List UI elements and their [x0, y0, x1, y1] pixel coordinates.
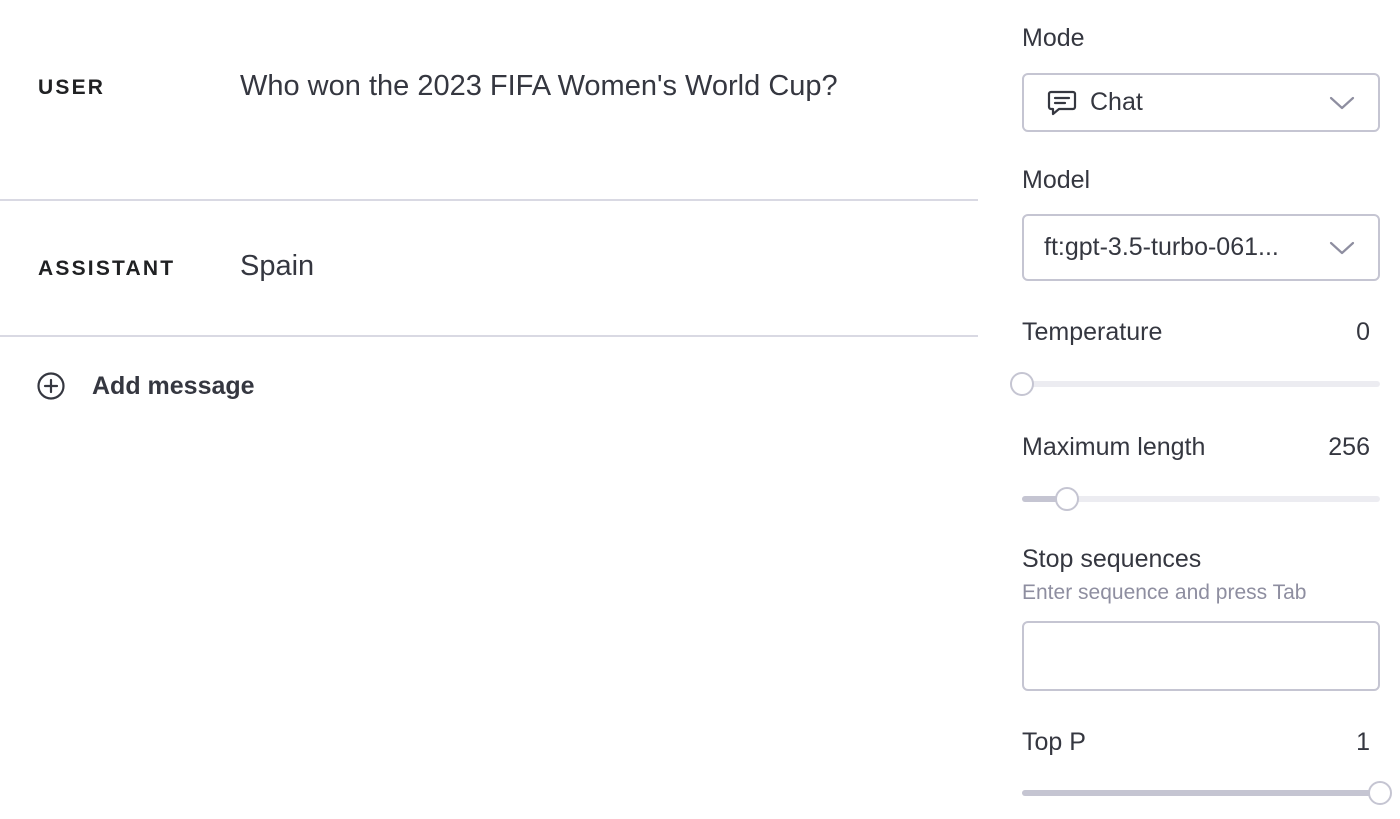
slider-thumb[interactable] — [1010, 372, 1034, 396]
maximum-length-value[interactable]: 256 — [1328, 433, 1370, 462]
plus-circle-icon — [37, 372, 65, 400]
stop-sequences-hint: Enter sequence and press Tab — [1022, 581, 1307, 604]
slider-track — [1022, 381, 1380, 387]
message-row-assistant[interactable]: ASSISTANT Spain — [0, 201, 978, 337]
message-text-assistant[interactable]: Spain — [240, 244, 840, 289]
role-label-assistant[interactable]: ASSISTANT — [38, 257, 175, 281]
temperature-value[interactable]: 0 — [1356, 318, 1370, 347]
temperature-label: Temperature — [1022, 318, 1163, 346]
chevron-down-icon — [1328, 239, 1356, 257]
message-row-user[interactable]: USER Who won the 2023 FIFA Women's World… — [0, 0, 978, 201]
maximum-length-slider[interactable] — [1022, 485, 1380, 513]
role-label-user[interactable]: USER — [38, 76, 105, 100]
chat-bubble-icon — [1046, 88, 1078, 118]
stop-sequences-input[interactable] — [1022, 621, 1380, 691]
mode-label: Mode — [1022, 24, 1085, 52]
top-p-slider[interactable] — [1022, 779, 1392, 807]
add-message-button[interactable]: Add message — [37, 368, 255, 404]
playground-page: USER Who won the 2023 FIFA Women's World… — [0, 0, 1400, 819]
top-p-label: Top P — [1022, 728, 1086, 756]
chevron-down-icon — [1328, 94, 1356, 112]
mode-select-value: Chat — [1090, 88, 1143, 116]
mode-select[interactable]: Chat — [1022, 73, 1380, 132]
message-text-user[interactable]: Who won the 2023 FIFA Women's World Cup? — [240, 64, 840, 109]
settings-panel: Mode Chat Model ft:gpt-3.5-turbo-061... — [1010, 0, 1392, 819]
temperature-slider[interactable] — [1010, 370, 1380, 398]
model-select-value: ft:gpt-3.5-turbo-061... — [1044, 233, 1279, 261]
stop-sequences-label: Stop sequences — [1022, 545, 1202, 573]
model-label: Model — [1022, 166, 1091, 194]
add-message-label: Add message — [92, 371, 255, 400]
slider-fill — [1022, 790, 1380, 796]
slider-thumb[interactable] — [1054, 487, 1079, 511]
top-p-value[interactable]: 1 — [1356, 728, 1370, 757]
model-select[interactable]: ft:gpt-3.5-turbo-061... — [1022, 214, 1380, 281]
messages-pane: USER Who won the 2023 FIFA Women's World… — [0, 0, 978, 819]
maximum-length-label: Maximum length — [1022, 433, 1206, 461]
slider-thumb[interactable] — [1368, 781, 1392, 805]
